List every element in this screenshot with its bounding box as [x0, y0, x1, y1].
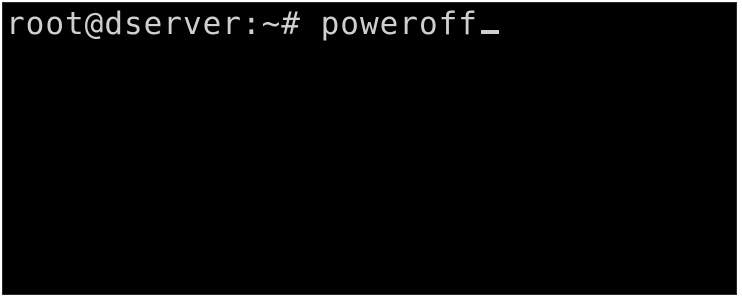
terminal-window[interactable]: root@dserver:~# poweroff [2, 2, 737, 295]
shell-prompt: root@dserver:~# [6, 6, 321, 42]
text-cursor [480, 30, 499, 34]
terminal-line: root@dserver:~# poweroff [6, 6, 499, 42]
typed-command: poweroff [320, 6, 478, 42]
